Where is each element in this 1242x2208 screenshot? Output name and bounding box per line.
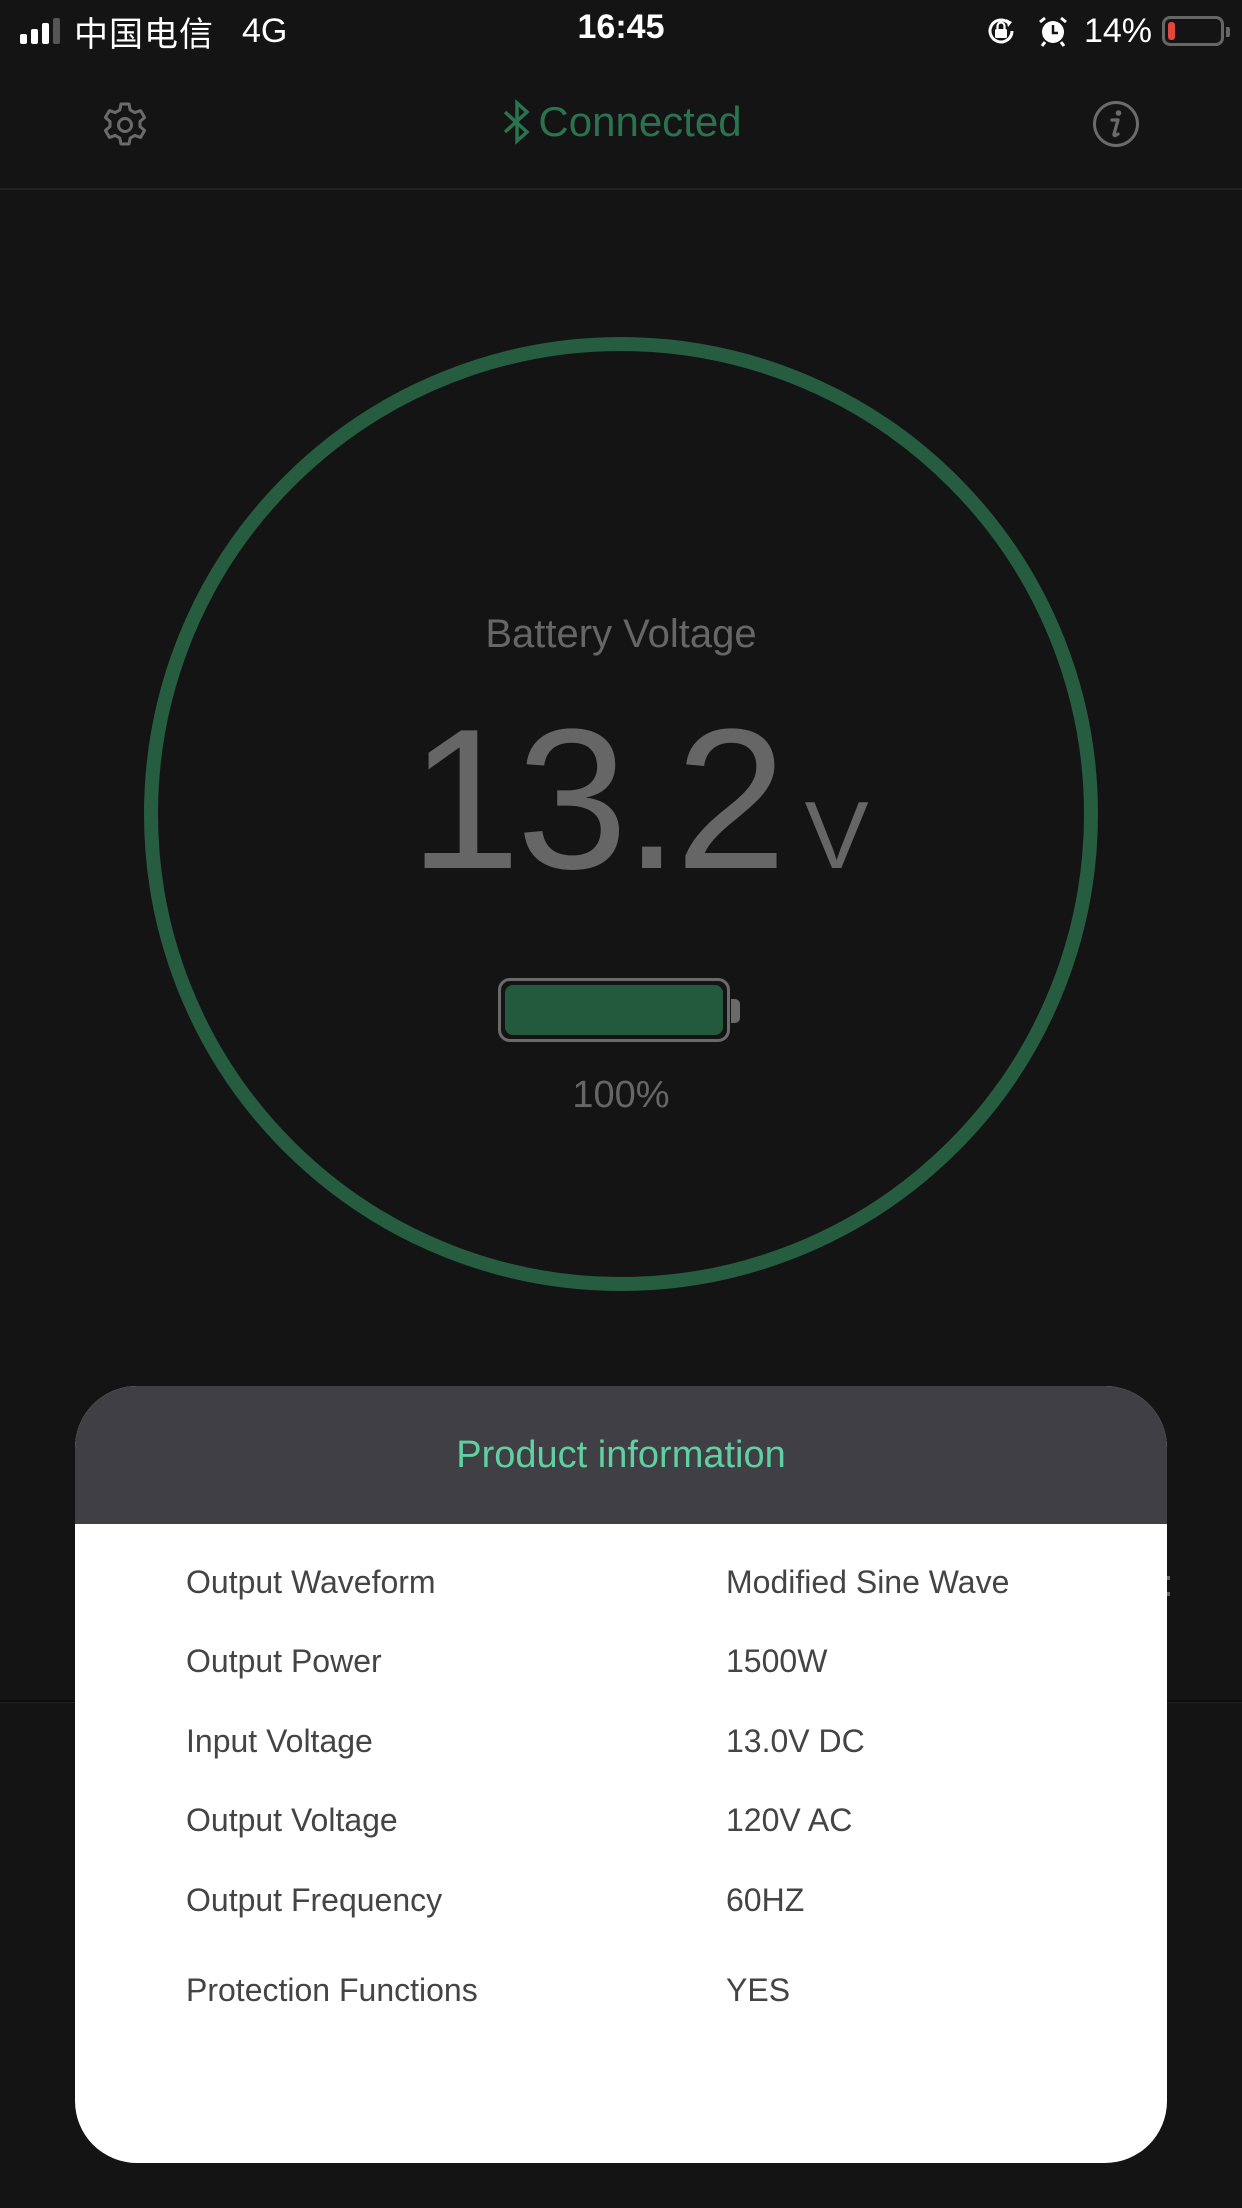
info-value: 1500W [726,1642,828,1679]
battery-level-icon [498,978,740,1042]
info-label: Output Voltage [186,1801,398,1838]
voltage-unit: V [804,782,869,889]
info-label: Protection Functions [186,1971,478,2008]
battery-level-bar [505,985,723,1035]
info-value: Modified Sine Wave [726,1563,1010,1600]
modal-header: Product information [75,1386,1167,1524]
voltage-value: 13.2 [409,688,786,911]
modal-title: Product information [456,1433,786,1476]
battery-percent-label: 100% [572,1074,670,1116]
info-value: 13.0V DC [726,1722,865,1759]
info-row: Output Power 1500W [186,1636,1127,1686]
battery-voltage-gauge: Battery Voltage 13.2 V 100% [0,0,1242,1400]
voltage-readout: 13.2 V [0,700,1242,900]
product-info-list: Output Waveform Modified Sine Wave Outpu… [75,1524,1167,2008]
info-row: Output Waveform Modified Sine Wave [186,1557,1127,1607]
gauge-title: Battery Voltage [485,612,757,656]
info-label: Input Voltage [186,1722,373,1759]
info-label: Output Waveform [186,1563,436,1600]
app-screen: 中国电信 4G 16:45 14% Connected Battery Volt… [0,0,1242,2208]
info-value: 120V AC [726,1801,853,1838]
info-row: Input Voltage 13.0V DC [186,1716,1127,1766]
info-row: Output Voltage 120V AC [186,1795,1127,1845]
info-row: Output Frequency 60HZ [186,1875,1127,1925]
info-label: Output Power [186,1642,382,1679]
info-row: Protection Functions YES [186,1965,1127,2015]
info-value: 60HZ [726,1881,805,1918]
info-value: YES [726,1971,791,2008]
info-label: Output Frequency [186,1881,443,1918]
product-info-modal: Product information Output Waveform Modi… [75,1386,1167,2163]
